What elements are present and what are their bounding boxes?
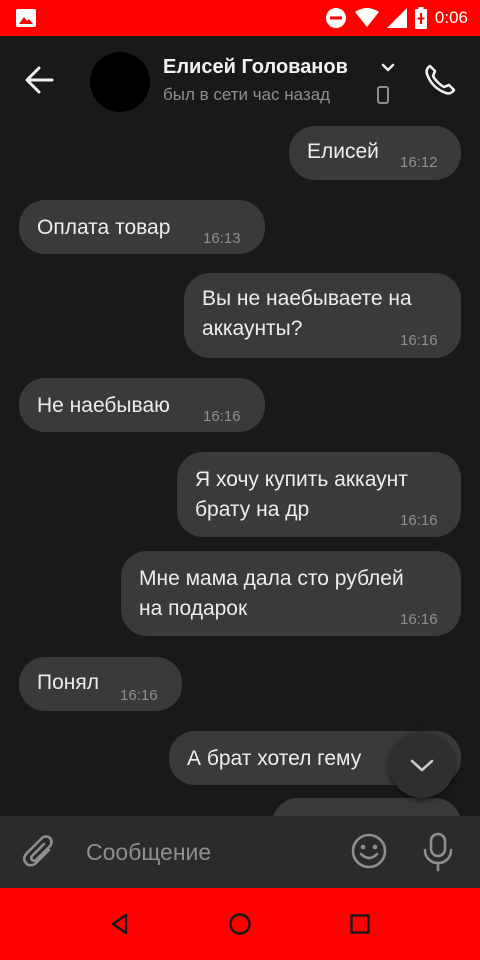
chevron-down-icon bbox=[410, 759, 434, 772]
message-time: 16:16 bbox=[400, 611, 438, 628]
contact-name[interactable]: Елисей Голованов bbox=[163, 56, 348, 79]
message-time: 16:13 bbox=[203, 230, 241, 247]
call-button[interactable] bbox=[420, 60, 460, 100]
message-bubble[interactable]: Понял 16:16 bbox=[19, 657, 182, 711]
message-bubble[interactable]: Вы не наебываете на аккаунты? 16:16 bbox=[184, 273, 461, 358]
message-bubble[interactable]: Я хочу купить аккаунт брату на др 16:16 bbox=[177, 452, 461, 537]
message-time: 16:16 bbox=[120, 687, 158, 704]
do-not-disturb-icon bbox=[325, 8, 346, 28]
chevron-down-icon[interactable] bbox=[380, 62, 396, 74]
message-input[interactable] bbox=[76, 832, 326, 872]
phone-device-icon bbox=[377, 86, 389, 104]
message-bubble[interactable]: Оплата товар 16:13 bbox=[19, 200, 265, 254]
emoji-icon[interactable] bbox=[350, 832, 388, 870]
gallery-icon bbox=[16, 9, 36, 27]
call-icon bbox=[425, 64, 456, 95]
back-button[interactable] bbox=[20, 62, 62, 98]
message-text: аккаунты? bbox=[202, 317, 303, 340]
message-text: Я хочу купить аккаунт bbox=[195, 468, 408, 491]
nav-recent-icon[interactable] bbox=[348, 912, 372, 936]
message-text: А брат хотел гему bbox=[187, 747, 362, 770]
message-text: Мне мама дала сто рублей bbox=[139, 567, 404, 590]
message-time: 16:16 bbox=[400, 332, 438, 349]
message-text: Оплата товар bbox=[37, 216, 171, 239]
status-icons: 0:06 bbox=[325, 0, 468, 36]
message-text: Понял bbox=[37, 671, 99, 694]
message-text: Не наебываю bbox=[37, 394, 170, 417]
chat-header: Елисей Голованов был в сети час назад bbox=[0, 36, 480, 126]
message-bubble[interactable]: Не наебываю 16:16 bbox=[19, 378, 265, 432]
message-time: 16:16 bbox=[203, 408, 241, 425]
nav-home-icon[interactable] bbox=[228, 912, 252, 936]
navigation-bar bbox=[0, 888, 480, 960]
signal-icon bbox=[386, 8, 407, 28]
back-arrow-icon bbox=[25, 66, 54, 94]
message-text: Елисей bbox=[307, 140, 379, 163]
paperclip-icon[interactable] bbox=[22, 834, 60, 872]
message-bubble[interactable]: Елисей 16:12 bbox=[289, 126, 461, 180]
message-time: 16:16 bbox=[400, 512, 438, 529]
message-list[interactable]: Елисей 16:12 Оплата товар 16:13 Вы не на… bbox=[0, 126, 480, 816]
battery-icon bbox=[414, 7, 427, 29]
message-time: 16:12 bbox=[400, 154, 438, 171]
wifi-icon bbox=[354, 8, 379, 27]
status-bar: 0:06 bbox=[0, 0, 480, 36]
scroll-down-button[interactable] bbox=[389, 732, 455, 798]
message-text: Вы не наебываете на bbox=[202, 287, 412, 310]
message-text: на подарок bbox=[139, 597, 248, 620]
contact-status: был в сети час назад bbox=[163, 85, 331, 104]
avatar[interactable] bbox=[90, 52, 150, 112]
message-bubble[interactable]: Мне мама дала сто рублей на подарок 16:1… bbox=[121, 551, 461, 636]
nav-back-icon[interactable] bbox=[108, 912, 132, 936]
message-text: брату на др bbox=[195, 498, 310, 521]
status-time: 0:06 bbox=[434, 8, 468, 27]
microphone-icon[interactable] bbox=[420, 832, 456, 872]
composer-bar bbox=[0, 816, 480, 888]
message-bubble-partial[interactable] bbox=[272, 798, 461, 816]
